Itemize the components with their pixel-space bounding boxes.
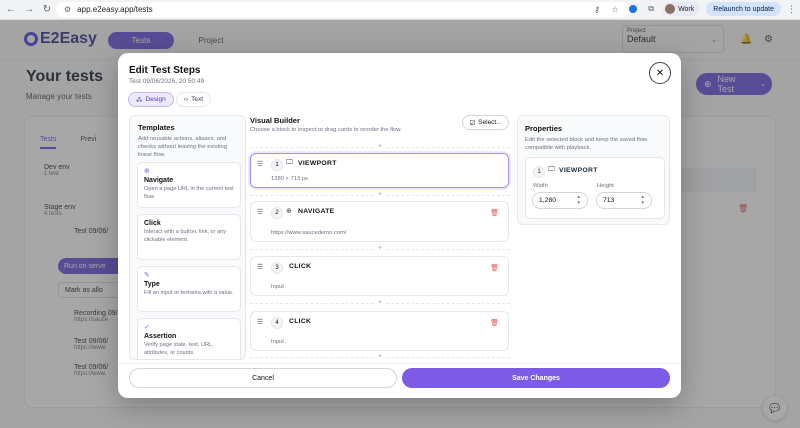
close-icon: ✕ [655,67,665,79]
stepper-icon[interactable]: ▲ ▼ [641,194,645,206]
globe-icon: ⊕ [286,208,292,215]
step-card-viewport[interactable]: ☰ 1 🖵 VIEWPORT 1280 × 713 px [250,153,509,188]
save-changes-button[interactable]: Save Changes [402,368,670,388]
close-button[interactable]: ✕ [649,62,671,84]
properties-title: Properties [525,124,563,133]
height-input[interactable]: 713 ▲ ▼ [596,192,652,209]
step-card-click[interactable]: ☰ 3 CLICK Input 🗑 [250,256,509,296]
globe-icon: ⊕ [144,168,150,175]
mode-toggle: ⁂ Design ‹› Text [128,92,211,107]
code-icon: ‹› [183,96,189,103]
select-button[interactable]: ☑ Select... [462,115,509,130]
design-icon: ⁂ [136,96,143,104]
width-input[interactable]: 1,280 ▲ ▼ [532,192,588,209]
monitor-icon: 🖵 [548,166,555,173]
relaunch-button[interactable]: Relaunch to update [706,2,781,16]
star-icon[interactable]: ☆ [609,3,621,15]
templates-title: Templates [138,123,175,132]
checkbox-icon: ☑ [469,119,476,127]
dialog-subtitle: Test 09/06/2026, 20:50:49 [129,78,205,85]
trash-icon[interactable]: 🗑 [490,319,499,327]
back-icon[interactable]: ← [4,3,18,17]
trash-icon[interactable]: 🗑 [490,264,499,272]
template-navigate[interactable]: ⊕ Navigate Open a page URL in the curren… [137,162,241,208]
forward-icon[interactable]: → [22,3,36,17]
address-bar[interactable]: ⚙ app.e2easy.app/tests [56,2,630,17]
stepper-icon[interactable]: ▲ ▼ [577,194,581,206]
profile-button[interactable]: Work [663,2,701,16]
properties-panel: Properties Edit the selected block and k… [517,115,670,225]
templates-description: Add reusable actions, aliases, and check… [138,136,227,158]
template-assertion[interactable]: ✓ Assertion Verify page state, text, URL… [137,318,241,359]
avatar [665,4,676,14]
drag-handle-icon[interactable]: ☰ [257,208,263,216]
template-type[interactable]: ✎ Type Fill an input or textarea with a … [137,266,241,312]
insert-step-button[interactable]: + [250,191,510,199]
drag-handle-icon[interactable]: ☰ [257,263,263,271]
viewport-properties-card: 1 🖵 VIEWPORT Width Height 1,280 ▲ ▼ 713 ▲… [525,157,665,219]
insert-step-button[interactable]: + [250,245,510,253]
step-card-navigate[interactable]: ☰ 2 ⊕ NAVIGATE https://www.saucedemo.com… [250,201,509,242]
templates-panel: Templates Add reusable actions, aliases,… [129,115,246,360]
trash-icon[interactable]: 🗑 [490,209,499,217]
builder-title: Visual Builder [250,116,300,125]
drag-handle-icon[interactable]: ☰ [257,318,263,326]
drag-handle-icon[interactable]: ☰ [257,160,263,168]
monitor-icon: 🖵 [286,159,293,166]
url-text: app.e2easy.app/tests [77,5,153,14]
properties-description: Edit the selected block and keep the sav… [525,137,648,151]
profile-label: Work [678,5,695,13]
template-click[interactable]: Click Interact with a button, link, or a… [137,214,241,260]
insert-step-button[interactable]: + [250,143,510,151]
key-icon[interactable]: ⚷ [591,3,603,15]
width-label: Width [533,183,548,189]
step-card-click[interactable]: ☰ 4 CLICK Input 🗑 [250,311,509,351]
design-mode-button[interactable]: ⁂ Design [128,92,174,107]
puzzle-icon[interactable]: ⧉ [645,3,657,15]
insert-step-button[interactable]: + [250,299,510,307]
footer-divider [118,363,681,364]
edit-test-steps-dialog: Edit Test Steps Test 09/06/2026, 20:50:4… [118,53,681,398]
browser-toolbar: ← → ↻ ⚙ app.e2easy.app/tests ⚷ ☆ ⧉ Work … [0,0,800,20]
text-mode-button[interactable]: ‹› Text [175,92,211,107]
builder-description: Choose a block to inspect or drag cards … [250,127,402,133]
height-label: Height [597,183,614,189]
cancel-button[interactable]: Cancel [129,368,397,388]
pencil-icon: ✎ [144,272,150,279]
visual-builder: Visual Builder Choose a block to inspect… [250,115,510,361]
dialog-title: Edit Test Steps [129,65,201,76]
check-circle-icon: ✓ [144,324,150,331]
site-info-icon[interactable]: ⚙ [64,5,71,14]
menu-icon[interactable]: ⋮ [787,4,796,15]
insert-step-button[interactable]: + [250,353,510,361]
extension-icon[interactable] [627,3,639,15]
reload-icon[interactable]: ↻ [40,3,54,17]
